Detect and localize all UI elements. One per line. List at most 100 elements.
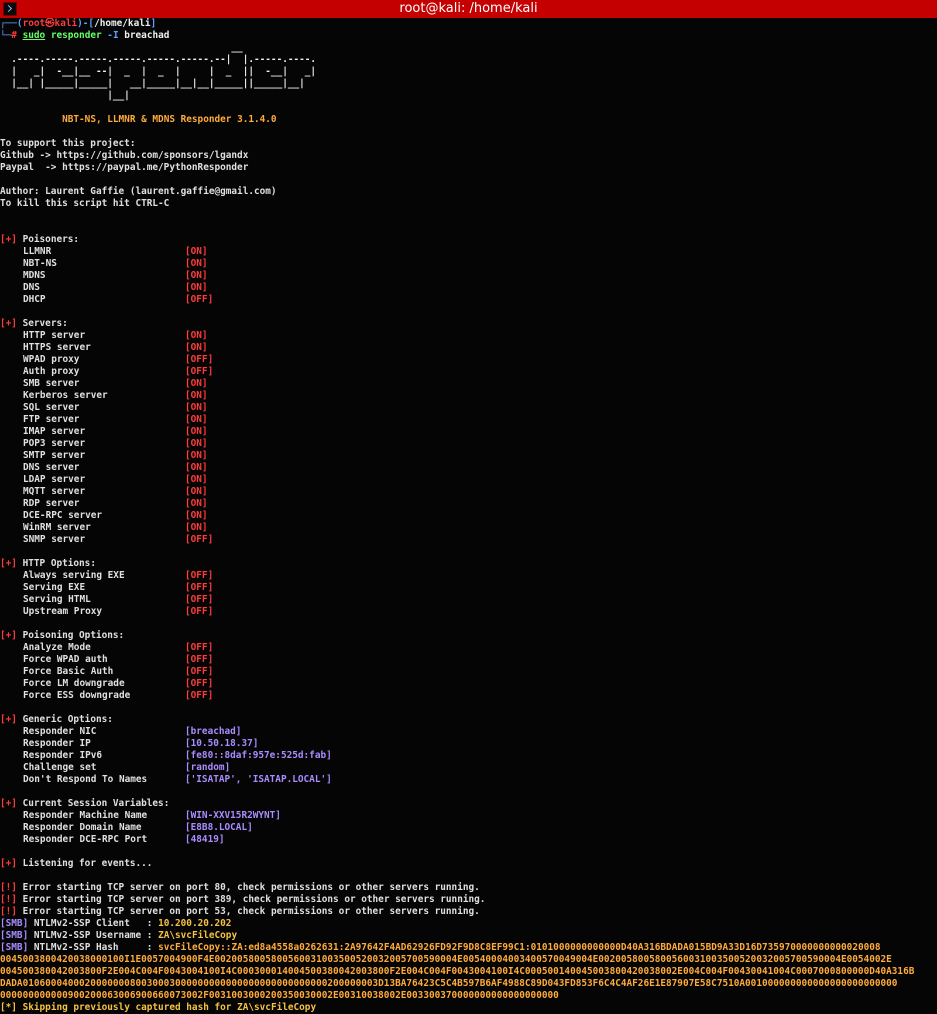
option-value: [OFF]: [185, 690, 214, 701]
option-row: Responder DCE-RPC Port [48419]: [0, 834, 937, 846]
option-label: IMAP server: [23, 426, 86, 437]
error-marker: [!]: [0, 906, 17, 917]
option-row: SMTP server [ON]: [0, 450, 937, 462]
option-value: [ON]: [185, 246, 208, 257]
section-marker: [+]: [0, 234, 17, 245]
option-row: DNS server [ON]: [0, 462, 937, 474]
option-row: Serving EXE [OFF]: [0, 582, 937, 594]
command-flag: -I: [107, 30, 119, 41]
support-line: To kill this script hit CTRL-C: [0, 198, 170, 209]
option-row: DHCP [OFF]: [0, 294, 937, 306]
section-title: Servers:: [22, 318, 68, 329]
option-row: Don't Respond To Names ['ISATAP', 'ISATAP…: [0, 774, 937, 786]
hash-value: 000000000000900200063006900660073002F003…: [0, 990, 559, 1001]
option-label: Responder IPv6: [23, 750, 103, 761]
section-marker: [+]: [0, 798, 17, 809]
option-row: Upstream Proxy [OFF]: [0, 606, 937, 618]
option-value: [OFF]: [185, 294, 214, 305]
option-label: NBT-NS: [23, 258, 57, 269]
option-label: DNS: [23, 282, 40, 293]
section-marker: [+]: [0, 630, 17, 641]
option-row: NBT-NS [ON]: [0, 258, 937, 270]
option-value: [ON]: [185, 258, 208, 269]
ascii-banner: __ .----.-----.-----.-----.-----.-----.-…: [0, 42, 937, 102]
option-value: [ON]: [185, 282, 208, 293]
option-row: HTTPS server [ON]: [0, 342, 937, 354]
option-value: [ON]: [185, 522, 208, 533]
option-label: Responder IP: [23, 738, 91, 749]
option-label: SQL server: [23, 402, 80, 413]
hash-value: 0045003800420038000100I1E0057004900F4E00…: [0, 954, 892, 965]
prompt-host: kali: [54, 18, 78, 29]
option-label: HTTP server: [23, 330, 86, 341]
option-row: RDP server [ON]: [0, 498, 937, 510]
option-row: MDNS [ON]: [0, 270, 937, 282]
terminal-output[interactable]: ┌──(root㉿kali)-[/home/kali] └─# sudo res…: [0, 18, 937, 1014]
option-label: Don't Respond To Names: [23, 774, 148, 785]
option-row: Analyze Mode [OFF]: [0, 642, 937, 654]
banner-line: |__|: [0, 90, 130, 101]
option-label: WPAD proxy: [23, 354, 80, 365]
hash-value: svcFileCopy::ZA:ed8a4558a0262631:2A97642…: [158, 942, 881, 953]
hash-line: 000000000000900200063006900660073002F003…: [0, 990, 937, 1002]
hash-label: NTLMv2-SSP Hash :: [33, 942, 159, 953]
window-titlebar: root@kali: /home/kali: [0, 0, 937, 18]
version-line: NBT-NS, LLMNR & MDNS Responder 3.1.4.0: [62, 114, 277, 125]
terminal-app-icon[interactable]: [3, 2, 17, 16]
hash-line: [SMB] NTLMv2-SSP Hash : svcFileCopy::ZA:…: [0, 942, 937, 954]
option-value: [ON]: [185, 450, 208, 461]
smb-tag: [SMB]: [0, 942, 29, 953]
listening-line: [+] Listening for events...: [0, 858, 153, 869]
option-row: Responder Domain Name [E8B8.LOCAL]: [0, 822, 937, 834]
option-value: [OFF]: [185, 594, 214, 605]
option-row: Force WPAD auth [OFF]: [0, 654, 937, 666]
option-label: LDAP server: [23, 474, 86, 485]
option-label: Force ESS downgrade: [23, 690, 131, 701]
command-program: responder: [50, 30, 102, 41]
section-title: Generic Options:: [22, 714, 113, 725]
option-value: [48419]: [185, 834, 225, 845]
section-marker: [+]: [0, 714, 17, 725]
option-value: [ON]: [185, 414, 208, 425]
config-sections: [+] Poisoners: LLMNR [ON] NBT-NS [ON] MDNS [ON…: [0, 234, 937, 858]
support-line: Paypal -> https://paypal.me/PythonRespon…: [0, 162, 249, 173]
option-row: Force Basic Auth [OFF]: [0, 666, 937, 678]
option-value: [ON]: [185, 438, 208, 449]
prompt-user: root: [22, 18, 46, 29]
banner-line: __: [0, 42, 243, 53]
section-marker: [+]: [0, 318, 17, 329]
error-lines: [!] Error starting TCP server on port 80…: [0, 882, 937, 918]
banner-line: |__| |_____|_____| __|_____|__|__|_____|…: [0, 78, 305, 89]
option-row: Force ESS downgrade [OFF]: [0, 690, 937, 702]
support-info: To support this project: Github -> https:…: [0, 138, 937, 210]
hash-value: 004500380042003800F2E004C004F0043004100I…: [0, 966, 915, 977]
option-label: HTTPS server: [23, 342, 91, 353]
command-arg: breachad: [124, 30, 170, 41]
option-row: HTTP server [ON]: [0, 330, 937, 342]
option-value: [OFF]: [185, 654, 214, 665]
option-row: Responder Machine Name [WIN-XXV15R2WYNT]: [0, 810, 937, 822]
error-text: Error starting TCP server on port 53, ch…: [22, 906, 480, 917]
option-label: SMB server: [23, 378, 80, 389]
error-text: Error starting TCP server on port 389, c…: [22, 894, 486, 905]
option-value: [OFF]: [185, 666, 214, 677]
hash-line: DADA010600040002000000080030003000000000…: [0, 978, 937, 990]
window-title: root@kali: /home/kali: [399, 1, 538, 16]
prompt-path: /home/kali: [94, 18, 151, 29]
option-label: Responder Machine Name: [23, 810, 148, 821]
section-header: [+] HTTP Options:: [0, 558, 937, 570]
section-header: [+] Poisoners:: [0, 234, 937, 246]
option-label: DHCP: [23, 294, 46, 305]
section-header: [+] Generic Options:: [0, 714, 937, 726]
error-line: [!] Error starting TCP server on port 38…: [0, 894, 937, 906]
option-value: [OFF]: [185, 582, 214, 593]
support-line: Author: Laurent Gaffie (laurent.gaffie@g…: [0, 186, 277, 197]
option-value: [breachad]: [185, 726, 242, 737]
option-value: [OFF]: [185, 606, 214, 617]
option-value: [ON]: [185, 330, 208, 341]
prompt-at: ㉿: [45, 18, 55, 29]
option-row: MQTT server [ON]: [0, 486, 937, 498]
option-value: [ON]: [185, 426, 208, 437]
option-label: LLMNR: [23, 246, 52, 257]
option-row: WPAD proxy [OFF]: [0, 354, 937, 366]
